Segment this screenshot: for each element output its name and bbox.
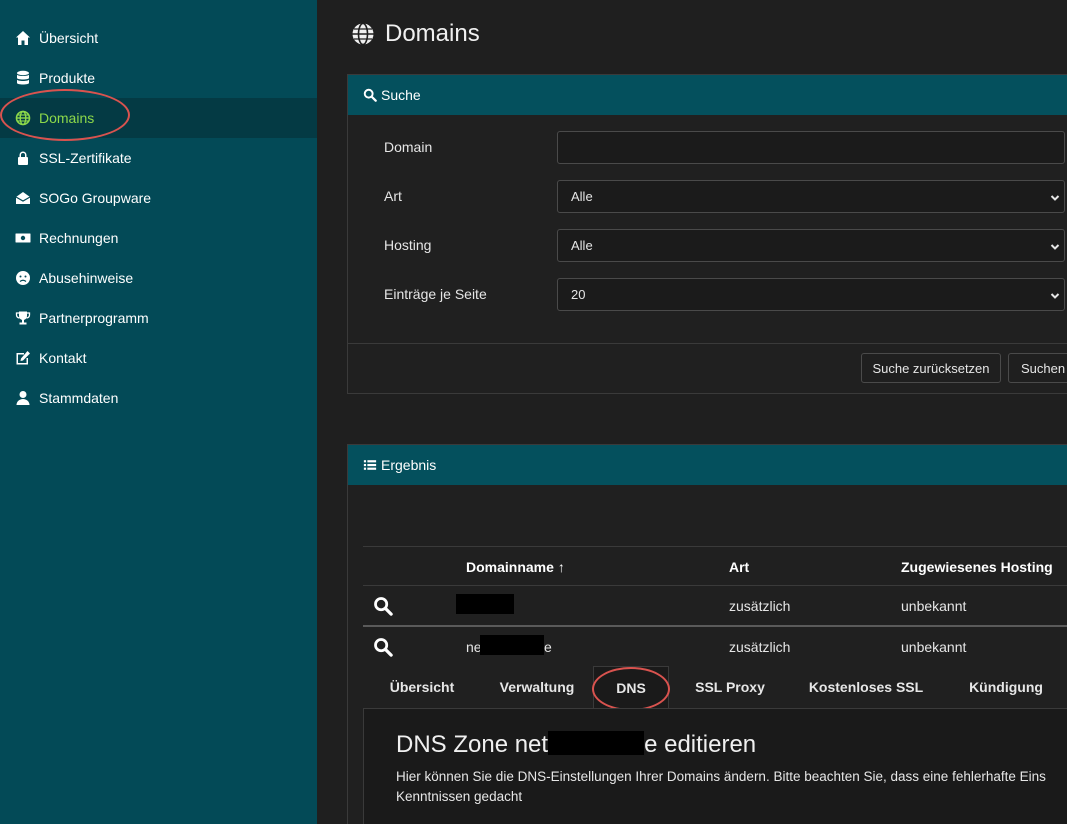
sidebar-item-label: SSL-Zertifikate	[39, 150, 132, 166]
user-icon	[14, 389, 32, 407]
globe-icon	[14, 109, 32, 127]
column-header-art[interactable]: Art	[729, 559, 749, 575]
sidebar-item-uebersicht[interactable]: Übersicht	[0, 18, 317, 58]
search-icon[interactable]	[373, 596, 393, 619]
tab-verwaltung[interactable]: Verwaltung	[481, 666, 593, 708]
lock-icon	[14, 149, 32, 167]
sidebar-item-label: Domains	[39, 110, 95, 126]
sidebar-item-label: Partnerprogramm	[39, 310, 149, 326]
sidebar-item-partnerprogramm[interactable]: Partnerprogramm	[0, 298, 317, 338]
chevron-down-icon	[1050, 191, 1060, 201]
sidebar-item-label: Kontakt	[39, 350, 87, 366]
per-page-row: Einträge je Seite 20	[348, 278, 1067, 312]
art-cell: zusätzlich	[729, 639, 791, 655]
redacted-domain	[548, 731, 645, 755]
sidebar-item-label: Produkte	[39, 70, 96, 86]
art-select-value: Alle	[571, 189, 593, 204]
trophy-icon	[14, 309, 32, 327]
search-icon	[363, 88, 377, 102]
domain-row: Domain	[348, 131, 1067, 165]
art-row: Art Alle	[348, 180, 1067, 214]
dns-tab-content: DNS Zone net e editieren Hier können Sie …	[363, 708, 1067, 824]
sidebar-item-abusehinweise[interactable]: Abusehinweise	[0, 258, 317, 298]
sidebar-item-kontakt[interactable]: Kontakt	[0, 338, 317, 378]
frown-icon	[14, 269, 32, 287]
sidebar-item-label: Übersicht	[39, 30, 99, 46]
search-icon[interactable]	[373, 637, 393, 660]
envelope-open-icon	[14, 189, 32, 207]
list-icon	[363, 460, 377, 470]
sidebar-item-sogo-groupware[interactable]: SOGo Groupware	[0, 178, 317, 218]
hosting-cell: unbekannt	[901, 598, 967, 614]
sort-arrow-up-icon: ↑	[557, 559, 565, 575]
dns-zone-title: DNS Zone net e editieren	[396, 731, 757, 758]
sidebar-item-label: Rechnungen	[39, 230, 119, 246]
search-panel-header: Suche	[348, 75, 1067, 115]
globe-icon	[352, 22, 374, 46]
sidebar-item-produkte[interactable]: Produkte	[0, 58, 317, 98]
sidebar: Übersicht Produkte Domains SSL-Zertifika…	[0, 0, 317, 824]
edit-icon	[14, 349, 32, 367]
tab-dns[interactable]: DNS	[593, 666, 669, 708]
art-cell: zusätzlich	[729, 598, 791, 614]
redacted-domain	[480, 635, 544, 655]
tab-uebersicht[interactable]: Übersicht	[363, 666, 481, 708]
tab-ssl-proxy[interactable]: SSL Proxy	[669, 666, 791, 708]
tab-kostenloses-ssl[interactable]: Kostenloses SSL	[791, 666, 941, 708]
domain-cell-suffix: e	[544, 639, 552, 655]
per-page-label: Einträge je Seite	[384, 286, 487, 302]
hosting-label: Hosting	[384, 237, 432, 253]
domain-label: Domain	[384, 139, 433, 155]
dns-description-line-2: Kenntnissen gedacht	[396, 789, 523, 804]
search-panel: Suche Domain Art Alle Hosting Alle Eintr…	[347, 74, 1067, 394]
per-page-select-value: 20	[571, 287, 586, 302]
reset-search-button[interactable]: Suche zurücksetzen	[861, 353, 1001, 383]
dns-description-line-1: Hier können Sie die DNS-Einstellungen Ih…	[396, 769, 1046, 784]
search-divider	[348, 343, 1067, 344]
table-row: ne e zusätzlich unbekannt	[363, 625, 1067, 665]
results-panel-header: Ergebnis	[348, 445, 1067, 485]
results-panel: Ergebnis Domainname ↑ Art Zugewiesenes H…	[347, 444, 1067, 824]
chevron-down-icon	[1050, 240, 1060, 250]
sidebar-item-label: SOGo Groupware	[39, 190, 152, 206]
column-header-domainname[interactable]: Domainname ↑	[466, 559, 565, 575]
hosting-row: Hosting Alle	[348, 229, 1067, 263]
hosting-select[interactable]: Alle	[557, 229, 1065, 262]
table-row: zusätzlich unbekannt	[363, 585, 1067, 625]
sidebar-item-rechnungen[interactable]: Rechnungen	[0, 218, 317, 258]
column-header-hosting[interactable]: Zugewiesenes Hosting	[901, 559, 1053, 575]
results-table-header: Domainname ↑ Art Zugewiesenes Hosting	[363, 546, 1067, 586]
domain-detail-tabs: Übersicht Verwaltung DNS SSL Proxy Koste…	[363, 666, 1067, 711]
hosting-cell: unbekannt	[901, 639, 967, 655]
art-select[interactable]: Alle	[557, 180, 1065, 213]
home-icon	[14, 29, 32, 47]
search-panel-title: Suche	[381, 87, 421, 103]
per-page-select[interactable]: 20	[557, 278, 1065, 311]
search-button[interactable]: Suchen	[1008, 353, 1067, 383]
sidebar-item-domains[interactable]: Domains	[0, 98, 317, 138]
chevron-down-icon	[1050, 289, 1060, 299]
database-icon	[14, 69, 32, 87]
hosting-select-value: Alle	[571, 238, 593, 253]
domain-input[interactable]	[557, 131, 1065, 164]
tab-kuendigung[interactable]: Kündigung	[941, 666, 1067, 708]
sidebar-item-label: Abusehinweise	[39, 270, 134, 286]
sidebar-item-stammdaten[interactable]: Stammdaten	[0, 378, 317, 418]
page-title-text: Domains	[385, 20, 480, 47]
page-title: Domains	[351, 20, 480, 48]
money-bill-icon	[14, 229, 32, 247]
main-content: Domains Suche Domain Art Alle Hosting Al…	[317, 0, 1067, 824]
results-panel-title: Ergebnis	[381, 457, 437, 473]
redacted-domain	[456, 594, 514, 614]
sidebar-item-ssl-zertifikate[interactable]: SSL-Zertifikate	[0, 138, 317, 178]
sidebar-item-label: Stammdaten	[39, 390, 119, 406]
art-label: Art	[384, 188, 402, 204]
dns-zone-description: Hier können Sie die DNS-Einstellungen Ih…	[396, 767, 1067, 807]
